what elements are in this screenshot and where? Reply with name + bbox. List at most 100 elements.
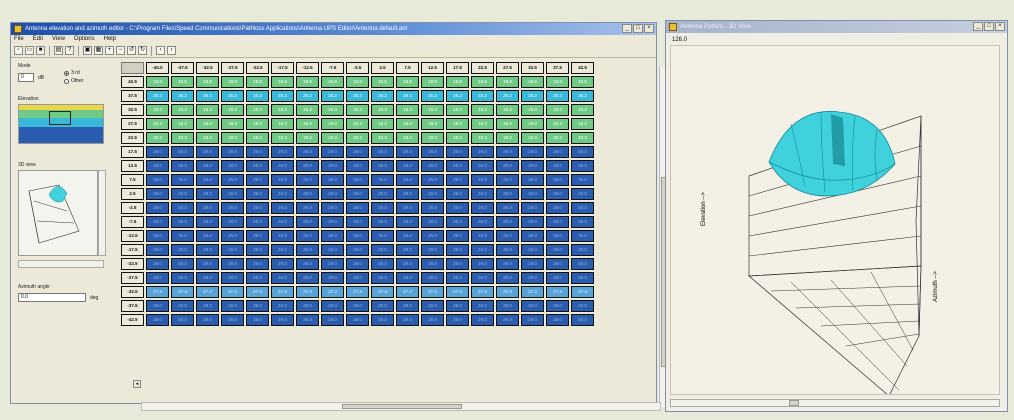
grid-row-header[interactable]: -32.5 [121, 286, 144, 298]
zoom-in-icon[interactable]: + [105, 46, 114, 55]
grid-cell[interactable]: 28.0 [271, 258, 294, 270]
grid-cell[interactable]: 19.3 [346, 104, 369, 116]
grid-cell[interactable]: 28.0 [446, 202, 469, 214]
grid-cell[interactable]: 28.0 [246, 188, 269, 200]
grid-cell[interactable]: 28.0 [196, 146, 219, 158]
grid-cell[interactable]: 28.0 [496, 188, 519, 200]
grid-cell[interactable]: 28.0 [421, 230, 444, 242]
grid-cell[interactable]: 28.0 [371, 258, 394, 270]
grid-cell[interactable]: 28.0 [546, 258, 569, 270]
grid-cell[interactable]: 28.0 [296, 146, 319, 158]
grid-cell[interactable]: 28.0 [271, 230, 294, 242]
thumbnail-vscroll[interactable] [98, 170, 106, 256]
elevation-selector[interactable] [49, 111, 71, 125]
grid-row-header[interactable]: 37.5 [121, 90, 144, 102]
grid-cell[interactable]: 28.0 [271, 174, 294, 186]
grid-cell[interactable]: 19.8 [346, 76, 369, 88]
grid-cell[interactable]: 25.2 [196, 90, 219, 102]
grid-cell[interactable]: 19.3 [146, 104, 169, 116]
grid-cell[interactable]: 28.0 [471, 202, 494, 214]
menu-file[interactable]: File [14, 35, 24, 44]
grid-cell[interactable]: 28.0 [296, 300, 319, 312]
grid-column-header[interactable]: 2.5 [371, 62, 394, 74]
grid-cell[interactable]: 28.0 [421, 216, 444, 228]
grid-cell[interactable]: 28.0 [171, 258, 194, 270]
grid-cell[interactable]: 28.0 [321, 188, 344, 200]
grid-cell[interactable]: 19.3 [571, 132, 594, 144]
grid-cell[interactable]: 28.0 [396, 244, 419, 256]
grid-cell[interactable]: 28.0 [546, 300, 569, 312]
open-icon[interactable]: ▭ [25, 46, 34, 55]
rotate-right-icon[interactable]: ↻ [138, 46, 147, 55]
grid-cell[interactable]: 28.0 [471, 160, 494, 172]
grid-row-header[interactable]: -12.5 [121, 230, 144, 242]
grid-cell[interactable]: 28.0 [371, 174, 394, 186]
thumbnail-hscroll[interactable] [18, 260, 104, 268]
grid-cell[interactable]: 28.0 [321, 272, 344, 284]
grid-cell[interactable]: 28.0 [296, 202, 319, 214]
grid-column-header[interactable]: -27.5 [221, 62, 244, 74]
grid-cell[interactable]: 28.0 [271, 314, 294, 326]
grid-cell[interactable]: 19.3 [221, 104, 244, 116]
grid-cell[interactable]: 28.0 [346, 216, 369, 228]
grid-cell[interactable]: 28.0 [496, 244, 519, 256]
grid-cell[interactable]: 28.0 [271, 272, 294, 284]
grid-cell[interactable]: 28.0 [446, 314, 469, 326]
grid-cell[interactable]: 19.3 [221, 118, 244, 130]
grid-cell[interactable]: 28.0 [171, 202, 194, 214]
grid-cell[interactable]: 25.2 [296, 90, 319, 102]
grid-cell[interactable]: 28.0 [496, 146, 519, 158]
grid-cell[interactable]: 28.0 [471, 300, 494, 312]
minimize-button[interactable]: _ [622, 24, 632, 33]
grid-icon[interactable]: ▦ [94, 46, 103, 55]
grid-cell[interactable]: 28.0 [446, 146, 469, 158]
grid-cell[interactable]: 28.0 [171, 272, 194, 284]
grid-cell[interactable]: 28.0 [321, 146, 344, 158]
grid-cell[interactable]: 28.0 [346, 160, 369, 172]
grid-cell[interactable]: 28.0 [421, 160, 444, 172]
azimuth-input[interactable]: 0.0 [18, 293, 86, 302]
grid-cell[interactable]: 28.0 [571, 188, 594, 200]
grid-cell[interactable]: 19.3 [471, 104, 494, 116]
grid-cell[interactable]: 19.3 [421, 118, 444, 130]
grid-cell[interactable]: 28.0 [346, 244, 369, 256]
grid-cell[interactable]: 19.8 [321, 76, 344, 88]
grid-cell[interactable]: 19.8 [396, 76, 419, 88]
grid-cell[interactable]: 28.0 [421, 146, 444, 158]
grid-cell[interactable]: 27.3 [146, 286, 169, 298]
grid-cell[interactable]: 28.0 [221, 160, 244, 172]
grid-cell[interactable]: 28.0 [196, 244, 219, 256]
grid-cell[interactable]: 28.0 [421, 314, 444, 326]
grid-cell[interactable]: 28.0 [146, 300, 169, 312]
grid-cell[interactable]: 19.8 [496, 76, 519, 88]
grid-column-header[interactable]: -2.5 [346, 62, 369, 74]
grid-cell[interactable]: 28.0 [546, 160, 569, 172]
grid-cell[interactable]: 19.3 [296, 104, 319, 116]
grid-cell[interactable]: 28.0 [346, 300, 369, 312]
grid-cell[interactable]: 19.8 [546, 76, 569, 88]
grid-cell[interactable]: 28.0 [421, 258, 444, 270]
grid-cell[interactable]: 28.0 [196, 230, 219, 242]
grid-cell[interactable]: 28.0 [346, 258, 369, 270]
grid-cell[interactable]: 28.0 [221, 188, 244, 200]
menu-help[interactable]: Help [104, 35, 116, 44]
grid-cell[interactable]: 28.0 [446, 160, 469, 172]
grid-cell[interactable]: 28.0 [346, 230, 369, 242]
view3d-hscroll[interactable] [670, 399, 1000, 407]
radio-3rd[interactable]: 3 rd [64, 70, 80, 76]
editor-titlebar[interactable]: Antenna elevation and azimuth editor - C… [11, 23, 656, 35]
grid-cell[interactable]: 19.3 [171, 132, 194, 144]
grid-row-header[interactable]: 17.5 [121, 146, 144, 158]
grid-cell[interactable]: 28.0 [246, 314, 269, 326]
menu-view[interactable]: View [52, 35, 65, 44]
grid-row-header[interactable]: -37.5 [121, 300, 144, 312]
grid-cell[interactable]: 28.0 [246, 258, 269, 270]
grid-cell[interactable]: 19.3 [321, 118, 344, 130]
view3d-minimize-button[interactable]: _ [973, 22, 983, 31]
grid-cell[interactable]: 19.3 [221, 132, 244, 144]
grid-cell[interactable]: 28.0 [496, 174, 519, 186]
grid-cell[interactable]: 19.3 [396, 118, 419, 130]
grid-cell[interactable]: 25.2 [471, 90, 494, 102]
grid-cell[interactable]: 19.3 [346, 118, 369, 130]
grid-cell[interactable]: 27.3 [396, 286, 419, 298]
